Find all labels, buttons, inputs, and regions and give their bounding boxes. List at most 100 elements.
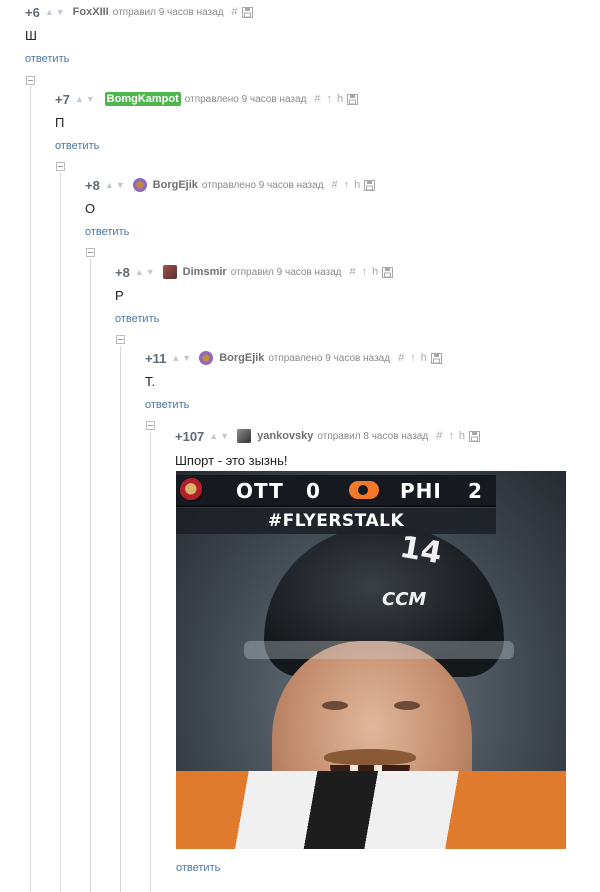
floppy-disk-icon[interactable] — [430, 352, 442, 364]
reply-link[interactable]: ответить — [176, 862, 220, 874]
comment-time[interactable]: отправлено 9 часов назад — [185, 94, 307, 105]
comment-header: +11 ▲ ▼ BorgEjik отправлено 9 часов наза… — [145, 350, 442, 366]
triangle-down-icon[interactable]: ▼ — [56, 7, 65, 17]
arrow-up-icon[interactable]: ↑ — [410, 352, 416, 364]
floppy-disk-icon[interactable] — [364, 179, 376, 191]
flyers-logo-icon — [349, 481, 379, 499]
senators-logo-icon — [180, 478, 204, 502]
avatar[interactable] — [132, 178, 147, 192]
comment: +8 ▲ ▼ BorgEjik отправлено 9 часов назад… — [85, 177, 376, 240]
comment-time[interactable]: отправлено 9 часов назад — [268, 353, 390, 364]
thread-line-5 — [150, 432, 151, 892]
arrow-up-icon[interactable]: ↑ — [362, 266, 368, 278]
comment-image[interactable]: 14 CCM OTT 0 PHI 2 #FLYERSTALK — [176, 471, 566, 849]
comment-text: П — [55, 115, 65, 130]
team-home: OTT — [236, 479, 284, 503]
comment: +11 ▲ ▼ BorgEjik отправлено 9 часов наза… — [145, 350, 442, 413]
collapse-thread-4-icon[interactable] — [116, 335, 125, 344]
reply-link[interactable]: ответить — [145, 399, 189, 411]
triangle-down-icon[interactable]: ▼ — [182, 353, 191, 363]
comment-text: О — [85, 201, 96, 216]
comment-text: Р — [115, 288, 124, 303]
arrow-up-icon[interactable]: ↑ — [327, 93, 333, 105]
comment: +6 ▲ ▼ FoxXIII отправил 9 часов назад # … — [25, 4, 253, 67]
comment-author[interactable]: BorgEjik — [219, 352, 264, 364]
triangle-down-icon[interactable]: ▼ — [86, 94, 95, 104]
visor — [244, 641, 514, 659]
comment: +7 ▲ ▼ BomgKampot отправлено 9 часов наз… — [55, 91, 359, 154]
floppy-disk-icon[interactable] — [241, 6, 253, 18]
comment-rating: +8 — [115, 264, 130, 280]
comment-text: Ш — [25, 28, 37, 43]
arrow-up-icon[interactable]: ↑ — [448, 430, 454, 442]
comment-author[interactable]: BorgEjik — [153, 179, 198, 191]
comment-header: +8 ▲ ▼ BorgEjik отправлено 9 часов назад… — [85, 177, 376, 193]
reply-link[interactable]: ответить — [55, 140, 99, 152]
score-away: 2 — [468, 479, 483, 503]
reply-link[interactable]: ответить — [25, 53, 69, 65]
reply-hook-icon[interactable]: h — [372, 266, 378, 278]
reply-hook-icon[interactable]: h — [337, 93, 343, 105]
reply-hook-icon[interactable]: h — [459, 430, 465, 442]
hash-icon[interactable]: # — [314, 93, 320, 105]
comment-rating: +6 — [25, 4, 40, 20]
hash-icon[interactable]: # — [350, 266, 356, 278]
comment: +8 ▲ ▼ Dimsmir отправил 9 часов назад # … — [115, 264, 394, 327]
triangle-up-icon[interactable]: ▲ — [105, 180, 114, 190]
reply-hook-icon[interactable]: h — [421, 352, 427, 364]
comment-author[interactable]: Dimsmir — [183, 266, 227, 278]
triangle-up-icon[interactable]: ▲ — [135, 267, 144, 277]
comment-rating: +8 — [85, 177, 100, 193]
team-away: PHI — [400, 479, 442, 503]
comment-author[interactable]: yankovsky — [257, 430, 313, 442]
comment-time[interactable]: отправлено 9 часов назад — [202, 180, 324, 191]
collapse-thread-1-icon[interactable] — [26, 76, 35, 85]
floppy-disk-icon[interactable] — [347, 93, 359, 105]
triangle-down-icon[interactable]: ▼ — [220, 431, 229, 441]
avatar[interactable] — [199, 351, 214, 365]
floppy-disk-icon[interactable] — [382, 266, 394, 278]
avatar[interactable] — [237, 429, 252, 443]
avatar[interactable] — [162, 265, 177, 279]
comment-time[interactable]: отправил 9 часов назад — [231, 267, 342, 278]
comment: +107 ▲ ▼ yankovsky отправил 8 часов наза… — [175, 428, 480, 469]
hash-icon[interactable]: # — [436, 430, 442, 442]
triangle-down-icon[interactable]: ▼ — [116, 180, 125, 190]
hash-icon[interactable]: # — [398, 352, 404, 364]
comment-text: Т. — [145, 374, 156, 389]
comment-rating: +7 — [55, 91, 70, 107]
collapse-thread-5-icon[interactable] — [146, 421, 155, 430]
comment-text: Шпорт - это зызнь! — [175, 453, 288, 468]
thread-line-3 — [90, 259, 91, 892]
comment-time[interactable]: отправил 9 часов назад — [113, 7, 224, 18]
jersey — [176, 771, 566, 849]
triangle-up-icon[interactable]: ▲ — [209, 431, 218, 441]
thread-line-1 — [30, 86, 31, 892]
comment-header: +107 ▲ ▼ yankovsky отправил 8 часов наза… — [175, 428, 480, 444]
comment-author[interactable]: BomgKampot — [104, 92, 181, 106]
floppy-disk-icon[interactable] — [468, 430, 480, 442]
hash-icon[interactable]: # — [232, 6, 238, 18]
reply-hook-icon[interactable]: h — [354, 179, 360, 191]
collapse-thread-2-icon[interactable] — [56, 162, 65, 171]
hash-icon[interactable]: # — [332, 179, 338, 191]
collapse-thread-3-icon[interactable] — [86, 248, 95, 257]
comment-header: +8 ▲ ▼ Dimsmir отправил 9 часов назад # … — [115, 264, 394, 280]
helmet-brand: CCM — [382, 589, 427, 610]
comment-header: +7 ▲ ▼ BomgKampot отправлено 9 часов наз… — [55, 91, 359, 107]
comment-author[interactable]: FoxXIII — [73, 6, 109, 18]
triangle-down-icon[interactable]: ▼ — [146, 267, 155, 277]
triangle-up-icon[interactable]: ▲ — [171, 353, 180, 363]
triangle-up-icon[interactable]: ▲ — [45, 7, 54, 17]
comment-time[interactable]: отправил 8 часов назад — [317, 431, 428, 442]
hashtag-banner: #FLYERSTALK — [176, 508, 496, 534]
comment-header: +6 ▲ ▼ FoxXIII отправил 9 часов назад # — [25, 4, 253, 20]
thread-line-4 — [120, 346, 121, 892]
eye — [322, 701, 348, 710]
helmet-number: 14 — [397, 529, 445, 572]
reply-link[interactable]: ответить — [115, 313, 159, 325]
triangle-up-icon[interactable]: ▲ — [75, 94, 84, 104]
scoreboard: OTT 0 PHI 2 — [176, 475, 496, 507]
arrow-up-icon[interactable]: ↑ — [344, 179, 350, 191]
reply-link[interactable]: ответить — [85, 226, 129, 238]
